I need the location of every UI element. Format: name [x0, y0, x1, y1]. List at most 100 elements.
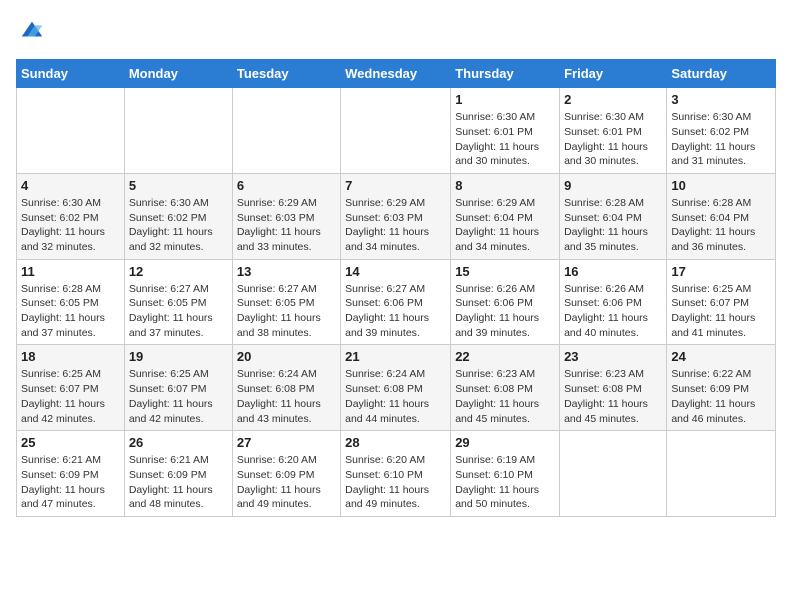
- calendar-weekday-saturday: Saturday: [667, 60, 776, 88]
- day-detail: Sunrise: 6:30 AM Sunset: 6:02 PM Dayligh…: [671, 110, 771, 169]
- day-number: 22: [455, 349, 555, 364]
- day-number: 1: [455, 92, 555, 107]
- day-number: 2: [564, 92, 662, 107]
- day-number: 28: [345, 435, 446, 450]
- calendar-weekday-thursday: Thursday: [451, 60, 560, 88]
- day-number: 6: [237, 178, 336, 193]
- calendar-cell: 17 Sunrise: 6:25 AM Sunset: 6:07 PM Dayli…: [667, 259, 776, 345]
- calendar-cell: 10 Sunrise: 6:28 AM Sunset: 6:04 PM Dayli…: [667, 173, 776, 259]
- day-detail: Sunrise: 6:21 AM Sunset: 6:09 PM Dayligh…: [129, 453, 228, 512]
- calendar-cell: 16 Sunrise: 6:26 AM Sunset: 6:06 PM Dayli…: [560, 259, 667, 345]
- calendar-cell: 13 Sunrise: 6:27 AM Sunset: 6:05 PM Dayli…: [232, 259, 340, 345]
- day-number: 27: [237, 435, 336, 450]
- day-number: 20: [237, 349, 336, 364]
- calendar-table: SundayMondayTuesdayWednesdayThursdayFrid…: [16, 59, 776, 517]
- day-number: 5: [129, 178, 228, 193]
- calendar-cell: [560, 431, 667, 517]
- calendar-week-0: 1 Sunrise: 6:30 AM Sunset: 6:01 PM Daylig…: [17, 88, 776, 174]
- day-number: 15: [455, 264, 555, 279]
- calendar-week-1: 4 Sunrise: 6:30 AM Sunset: 6:02 PM Daylig…: [17, 173, 776, 259]
- calendar-cell: 24Sunrise: 6:22 AM Sunset: 6:09 PM Dayli…: [667, 345, 776, 431]
- day-number: 11: [21, 264, 120, 279]
- day-detail: Sunrise: 6:30 AM Sunset: 6:02 PM Dayligh…: [129, 196, 228, 255]
- day-detail: Sunrise: 6:30 AM Sunset: 6:01 PM Dayligh…: [564, 110, 662, 169]
- calendar-cell: 18Sunrise: 6:25 AM Sunset: 6:07 PM Dayli…: [17, 345, 125, 431]
- day-detail: Sunrise: 6:25 AM Sunset: 6:07 PM Dayligh…: [129, 367, 228, 426]
- calendar-cell: 6 Sunrise: 6:29 AM Sunset: 6:03 PM Daylig…: [232, 173, 340, 259]
- calendar-cell: 15 Sunrise: 6:26 AM Sunset: 6:06 PM Dayli…: [451, 259, 560, 345]
- day-number: 7: [345, 178, 446, 193]
- day-detail: Sunrise: 6:20 AM Sunset: 6:10 PM Dayligh…: [345, 453, 446, 512]
- day-detail: Sunrise: 6:20 AM Sunset: 6:09 PM Dayligh…: [237, 453, 336, 512]
- calendar-cell: 7 Sunrise: 6:29 AM Sunset: 6:03 PM Daylig…: [341, 173, 451, 259]
- day-number: 13: [237, 264, 336, 279]
- day-detail: Sunrise: 6:23 AM Sunset: 6:08 PM Dayligh…: [455, 367, 555, 426]
- day-detail: Sunrise: 6:28 AM Sunset: 6:04 PM Dayligh…: [671, 196, 771, 255]
- day-number: 29: [455, 435, 555, 450]
- calendar-cell: 27 Sunrise: 6:20 AM Sunset: 6:09 PM Dayli…: [232, 431, 340, 517]
- day-detail: Sunrise: 6:27 AM Sunset: 6:05 PM Dayligh…: [237, 282, 336, 341]
- day-detail: Sunrise: 6:29 AM Sunset: 6:03 PM Dayligh…: [237, 196, 336, 255]
- calendar-cell: [341, 88, 451, 174]
- calendar-header: SundayMondayTuesdayWednesdayThursdayFrid…: [17, 60, 776, 88]
- day-number: 4: [21, 178, 120, 193]
- calendar-cell: 2 Sunrise: 6:30 AM Sunset: 6:01 PM Daylig…: [560, 88, 667, 174]
- day-detail: Sunrise: 6:25 AM Sunset: 6:07 PM Dayligh…: [671, 282, 771, 341]
- day-detail: Sunrise: 6:24 AM Sunset: 6:08 PM Dayligh…: [237, 367, 336, 426]
- calendar-cell: 9 Sunrise: 6:28 AM Sunset: 6:04 PM Daylig…: [560, 173, 667, 259]
- day-number: 3: [671, 92, 771, 107]
- day-detail: Sunrise: 6:24 AM Sunset: 6:08 PM Dayligh…: [345, 367, 446, 426]
- day-number: 10: [671, 178, 771, 193]
- calendar-cell: [667, 431, 776, 517]
- day-detail: Sunrise: 6:27 AM Sunset: 6:05 PM Dayligh…: [129, 282, 228, 341]
- day-number: 19: [129, 349, 228, 364]
- calendar-cell: 20 Sunrise: 6:24 AM Sunset: 6:08 PM Dayli…: [232, 345, 340, 431]
- calendar-week-3: 18 Sunrise: 6:25 AM Sunset: 6:07 PM Dayli…: [17, 345, 776, 431]
- day-number: 21: [345, 349, 446, 364]
- day-detail: Sunrise: 6:26 AM Sunset: 6:06 PM Dayligh…: [564, 282, 662, 341]
- day-detail: Sunrise: 6:29 AM Sunset: 6:04 PM Dayligh…: [455, 196, 555, 255]
- calendar-cell: 1Sunrise: 6:30 AM Sunset: 6:01 PM Daylig…: [451, 88, 560, 174]
- day-number: 12: [129, 264, 228, 279]
- day-number: 18: [21, 349, 120, 364]
- calendar-cell: 23 Sunrise: 6:23 AM Sunset: 6:08 PM Dayli…: [560, 345, 667, 431]
- calendar-cell: 22 Sunrise: 6:23 AM Sunset: 6:08 PM Dayli…: [451, 345, 560, 431]
- day-number: 23: [564, 349, 662, 364]
- day-detail: Sunrise: 6:29 AM Sunset: 6:03 PM Dayligh…: [345, 196, 446, 255]
- calendar-cell: 4 Sunrise: 6:30 AM Sunset: 6:02 PM Daylig…: [17, 173, 125, 259]
- calendar-weekday-friday: Friday: [560, 60, 667, 88]
- day-detail: Sunrise: 6:23 AM Sunset: 6:08 PM Dayligh…: [564, 367, 662, 426]
- calendar-cell: 11 Sunrise: 6:28 AM Sunset: 6:05 PM Dayli…: [17, 259, 125, 345]
- calendar-cell: 8 Sunrise: 6:29 AM Sunset: 6:04 PM Daylig…: [451, 173, 560, 259]
- calendar-body: 1 Sunrise: 6:30 AM Sunset: 6:01 PM Daylig…: [17, 88, 776, 517]
- page-header: [16, 16, 776, 49]
- day-detail: Sunrise: 6:22 AM Sunset: 6:09 PM Dayligh…: [671, 367, 771, 426]
- calendar-cell: 25 Sunrise: 6:21 AM Sunset: 6:09 PM Dayli…: [17, 431, 125, 517]
- day-detail: Sunrise: 6:28 AM Sunset: 6:05 PM Dayligh…: [21, 282, 120, 341]
- day-detail: Sunrise: 6:27 AM Sunset: 6:06 PM Dayligh…: [345, 282, 446, 341]
- calendar-cell: 29 Sunrise: 6:19 AM Sunset: 6:10 PM Dayli…: [451, 431, 560, 517]
- logo: [16, 16, 46, 49]
- day-number: 14: [345, 264, 446, 279]
- calendar-cell: [232, 88, 340, 174]
- calendar-cell: 14 Sunrise: 6:27 AM Sunset: 6:06 PM Dayli…: [341, 259, 451, 345]
- day-detail: Sunrise: 6:19 AM Sunset: 6:10 PM Dayligh…: [455, 453, 555, 512]
- day-detail: Sunrise: 6:30 AM Sunset: 6:02 PM Dayligh…: [21, 196, 120, 255]
- calendar-cell: [124, 88, 232, 174]
- day-number: 8: [455, 178, 555, 193]
- day-number: 16: [564, 264, 662, 279]
- calendar-weekday-sunday: Sunday: [17, 60, 125, 88]
- logo-icon: [18, 16, 46, 44]
- day-number: 25: [21, 435, 120, 450]
- day-number: 9: [564, 178, 662, 193]
- day-detail: Sunrise: 6:26 AM Sunset: 6:06 PM Dayligh…: [455, 282, 555, 341]
- day-detail: Sunrise: 6:21 AM Sunset: 6:09 PM Dayligh…: [21, 453, 120, 512]
- day-detail: Sunrise: 6:28 AM Sunset: 6:04 PM Dayligh…: [564, 196, 662, 255]
- calendar-cell: 5 Sunrise: 6:30 AM Sunset: 6:02 PM Daylig…: [124, 173, 232, 259]
- calendar-cell: 12 Sunrise: 6:27 AM Sunset: 6:05 PM Dayli…: [124, 259, 232, 345]
- day-number: 17: [671, 264, 771, 279]
- calendar-cell: 3 Sunrise: 6:30 AM Sunset: 6:02 PM Daylig…: [667, 88, 776, 174]
- calendar-cell: 19 Sunrise: 6:25 AM Sunset: 6:07 PM Dayli…: [124, 345, 232, 431]
- calendar-cell: 26Sunrise: 6:21 AM Sunset: 6:09 PM Dayli…: [124, 431, 232, 517]
- calendar-week-2: 11 Sunrise: 6:28 AM Sunset: 6:05 PM Dayli…: [17, 259, 776, 345]
